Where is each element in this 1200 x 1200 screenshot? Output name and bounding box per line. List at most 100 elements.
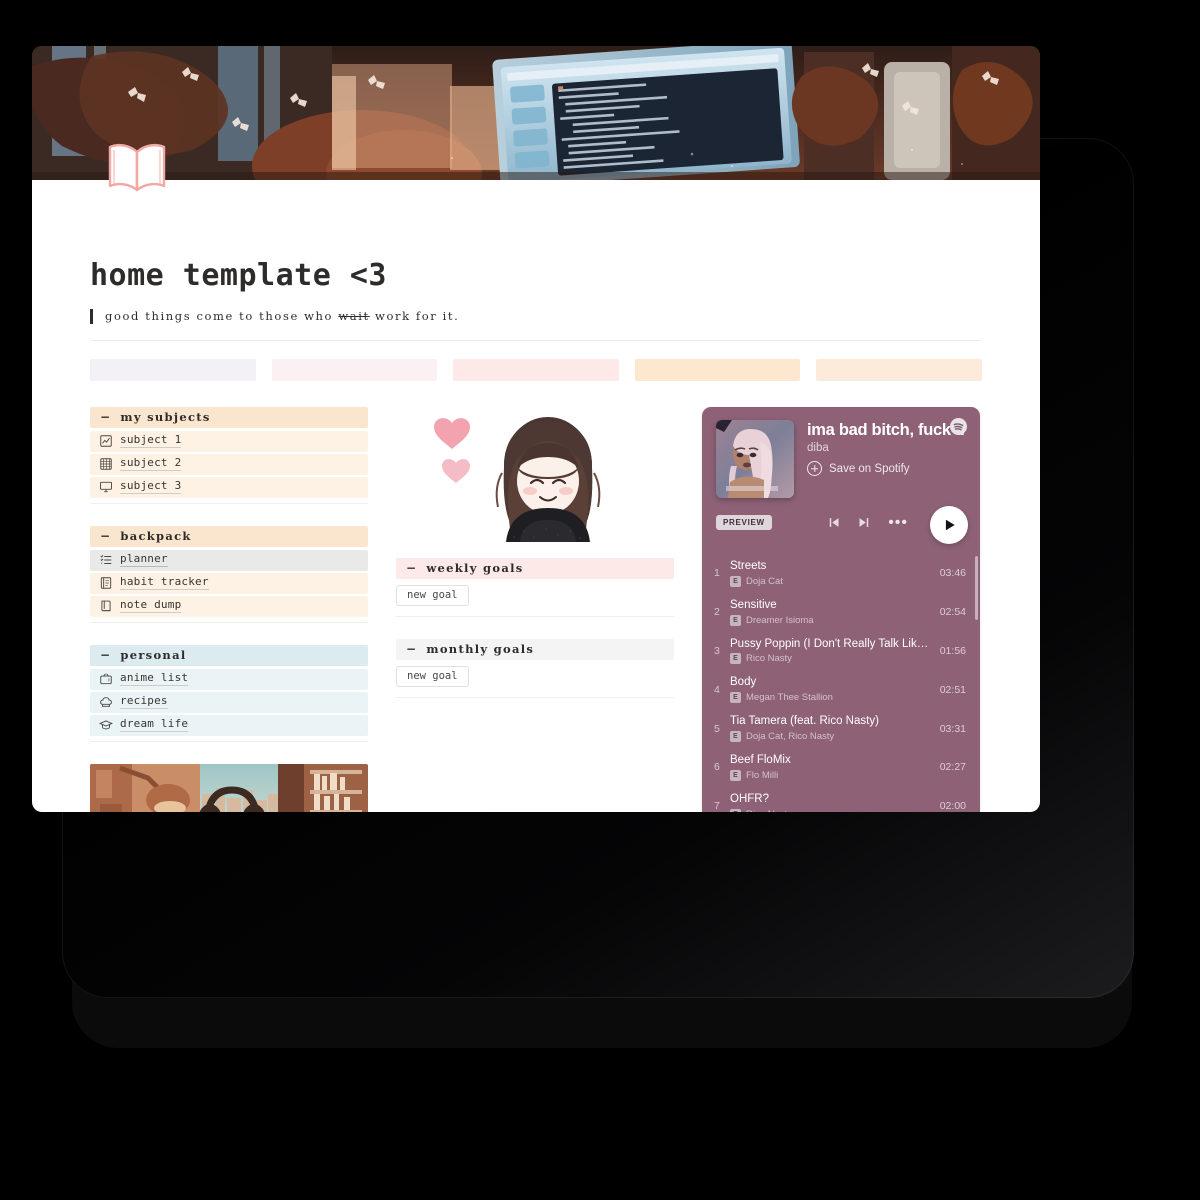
section-divider — [90, 502, 368, 504]
play-icon — [945, 519, 955, 531]
goal-sections: − weekly goals new goal − monthly goals new g… — [396, 557, 674, 698]
callout-4[interactable] — [634, 358, 801, 381]
collapse-toggle-icon[interactable]: − — [100, 529, 111, 543]
track-row[interactable]: 7 OHFR? E Rico Nasty 02:00 — [702, 787, 980, 812]
callout-3[interactable] — [453, 358, 619, 381]
section-header-weekly-goals[interactable]: − weekly goals — [396, 557, 674, 579]
chef-hat-icon — [98, 695, 113, 710]
open-book-icon[interactable] — [102, 136, 172, 198]
track-number: 5 — [714, 722, 720, 735]
checklist-icon — [98, 553, 113, 568]
track-number: 7 — [714, 800, 720, 812]
track-artist-row: E Megan Thee Stallion — [730, 692, 932, 704]
anime-girl-illustration[interactable] — [420, 407, 650, 542]
callout-row — [90, 358, 982, 381]
track-number: 3 — [714, 644, 720, 657]
page-link-habit-tracker[interactable]: habit tracker — [90, 572, 368, 594]
play-button[interactable] — [930, 505, 968, 544]
page-content: home template <3 good things come to tho… — [32, 180, 1040, 812]
page-title[interactable]: home template <3 — [90, 258, 982, 293]
divider — [90, 339, 982, 341]
collapse-toggle-icon[interactable]: − — [100, 410, 111, 424]
spotify-track-list[interactable]: 1 Streets E Doja Cat 03:46 2 Sensitive E Dreamer… — [702, 549, 980, 812]
spotify-controls: PREVIEW ••• — [702, 498, 980, 550]
page-link-planner[interactable]: planner — [90, 549, 368, 571]
save-on-spotify-button[interactable]: Save on Spotify — [807, 461, 966, 477]
section-header-my-subjects[interactable]: − my subjects — [90, 406, 368, 428]
tablet-screen-area: home template <3 good things come to tho… — [32, 46, 1040, 812]
page-link-recipes[interactable]: recipes — [90, 691, 368, 713]
page-link-dream-life[interactable]: dream life — [90, 714, 368, 736]
anime-girl-drawing — [434, 416, 601, 542]
lofi-illustration — [90, 763, 368, 812]
heart-small — [442, 459, 470, 483]
section-title: personal — [120, 648, 187, 663]
callout-2[interactable] — [271, 358, 438, 381]
track-row[interactable]: 4 Body E Megan Thee Stallion 02:51 — [702, 670, 980, 709]
track-duration: 02:00 — [939, 800, 966, 812]
page-link-note-dump[interactable]: note dump — [90, 595, 368, 617]
notebook-icon — [98, 576, 113, 591]
track-artist-row: E Rico Nasty — [730, 808, 932, 812]
page-link-subject-2[interactable]: subject 2 — [90, 453, 368, 475]
quote-strikethrough: wait — [338, 309, 370, 323]
track-list-scrollbar[interactable] — [975, 555, 978, 620]
section-header-monthly-goals[interactable]: − monthly goals — [396, 638, 674, 660]
track-artist-row: E Rico Nasty — [730, 653, 932, 665]
page-cover-banner[interactable] — [32, 46, 1040, 180]
spotify-embed[interactable]: ima bad bitch, fuck th diba Save on Spot… — [702, 406, 980, 812]
page-link-label: habit tracker — [120, 576, 209, 591]
page-quote[interactable]: good things come to those who wait work … — [90, 309, 982, 324]
page-link-label: recipes — [120, 695, 168, 710]
track-row[interactable]: 6 Beef FloMix E Flo Milli 02:27 — [702, 748, 980, 787]
track-title: Sensitive — [730, 598, 777, 611]
spotify-header: ima bad bitch, fuck th diba Save on Spot… — [702, 407, 980, 498]
track-row[interactable]: 2 Sensitive E Dreamer Isioma 02:54 — [702, 593, 980, 632]
collapse-toggle-icon[interactable]: − — [100, 648, 111, 662]
track-duration: 02:54 — [939, 606, 966, 619]
track-number: 6 — [714, 761, 720, 774]
new-goal-button-monthly-goals[interactable]: new goal — [396, 665, 469, 687]
section-divider — [396, 696, 674, 698]
track-number: 2 — [714, 606, 720, 619]
track-artist: Megan Thee Stallion — [746, 692, 833, 704]
track-row[interactable]: 5 Tia Tamera (feat. Rico Nasty) E Doja Cat,… — [702, 709, 980, 748]
save-on-spotify-label: Save on Spotify — [829, 462, 910, 475]
track-title: Beef FloMix — [730, 753, 791, 766]
spotify-playlist-owner: diba — [807, 442, 829, 455]
callout-5[interactable] — [816, 358, 982, 381]
explicit-badge: E — [730, 614, 741, 626]
next-track-icon[interactable] — [857, 515, 872, 530]
more-options-icon[interactable]: ••• — [888, 514, 908, 530]
section-header-backpack[interactable]: − backpack — [90, 525, 368, 547]
preview-badge: PREVIEW — [716, 515, 772, 531]
page-link-subject-3[interactable]: subject 3 — [90, 476, 368, 498]
page-link-subject-1[interactable]: subject 1 — [90, 430, 368, 452]
book-icon — [98, 599, 113, 614]
track-meta: OHFR? E Rico Nasty — [730, 793, 932, 812]
page-link-anime-list[interactable]: anime list — [90, 668, 368, 690]
callout-1[interactable] — [90, 358, 256, 381]
track-duration: 01:56 — [939, 644, 966, 657]
television-icon — [98, 672, 113, 687]
lofi-desk-image[interactable] — [90, 763, 368, 812]
spotify-logo-icon[interactable] — [950, 417, 967, 435]
quote-part-2: work for it. — [369, 309, 460, 323]
track-duration: 02:51 — [939, 683, 966, 696]
new-goal-button-weekly-goals[interactable]: new goal — [396, 584, 469, 606]
collapse-toggle-icon[interactable]: − — [406, 561, 417, 575]
section-header-personal[interactable]: − personal — [90, 644, 368, 666]
explicit-badge: E — [730, 730, 741, 742]
section-items: anime list recipes dream life — [90, 668, 368, 736]
track-row[interactable]: 3 Pussy Poppin (I Don't Really Talk Like … — [702, 632, 980, 671]
collapse-toggle-icon[interactable]: − — [406, 642, 417, 656]
previous-track-icon[interactable] — [826, 515, 841, 530]
page-link-label: planner — [120, 553, 168, 568]
track-row[interactable]: 1 Streets E Doja Cat 03:46 — [702, 554, 980, 593]
banner-illustration — [32, 46, 1040, 180]
heart-large — [434, 418, 470, 449]
page-link-label: anime list — [120, 672, 189, 687]
album-cover-art[interactable] — [716, 419, 794, 498]
page-link-label: subject 3 — [120, 480, 182, 495]
notion-page: home template <3 good things come to tho… — [32, 46, 1040, 812]
